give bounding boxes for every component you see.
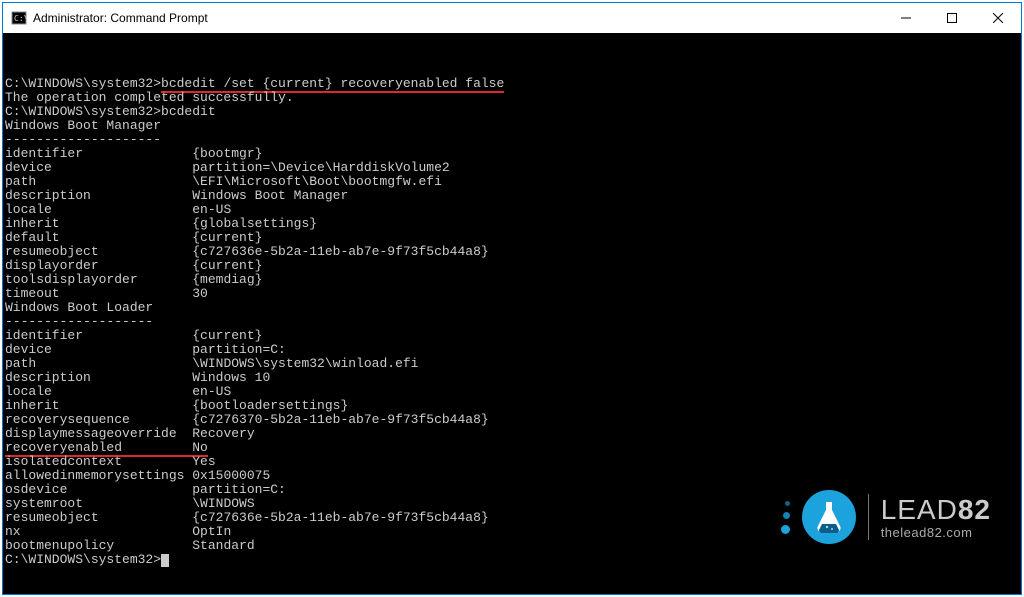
section-divider: -------------------- [5, 133, 1019, 147]
output-row: device partition=\Device\HarddiskVolume2 [5, 161, 1019, 175]
output-row: timeout 30 [5, 287, 1019, 301]
window-title: Administrator: Command Prompt [33, 11, 208, 25]
close-button[interactable] [975, 3, 1021, 33]
output-row: inherit {bootloadersettings} [5, 399, 1019, 413]
output-row: recoveryenabled No [5, 441, 1019, 455]
minimize-button[interactable] [883, 3, 929, 33]
output-row: allowedinmemorysettings 0x15000075 [5, 469, 1019, 483]
output-row: systemroot \WINDOWS [5, 497, 1019, 511]
output-row: bootmenupolicy Standard [5, 539, 1019, 553]
output-row: nx OptIn [5, 525, 1019, 539]
output-row: description Windows 10 [5, 371, 1019, 385]
svg-text:C:\: C:\ [14, 14, 27, 23]
output-row: resumeobject {c727636e-5b2a-11eb-ab7e-9f… [5, 511, 1019, 525]
output-row: osdevice partition=C: [5, 483, 1019, 497]
output-row: displaymessageoverride Recovery [5, 427, 1019, 441]
output-row: locale en-US [5, 203, 1019, 217]
output-row: device partition=C: [5, 343, 1019, 357]
output-row: description Windows Boot Manager [5, 189, 1019, 203]
terminal-output[interactable]: C:\WINDOWS\system32>bcdedit /set {curren… [3, 33, 1021, 594]
output-row: path \WINDOWS\system32\winload.efi [5, 357, 1019, 371]
output-row: identifier {bootmgr} [5, 147, 1019, 161]
output-row: inherit {globalsettings} [5, 217, 1019, 231]
prompt-line: C:\WINDOWS\system32>bcdedit [5, 105, 1019, 119]
prompt-line: C:\WINDOWS\system32>bcdedit /set {curren… [5, 77, 1019, 91]
section-header: Windows Boot Loader [5, 301, 1019, 315]
output-row: recoverysequence {c7276370-5b2a-11eb-ab7… [5, 413, 1019, 427]
output-line: The operation completed successfully. [5, 91, 1019, 105]
output-row: resumeobject {c727636e-5b2a-11eb-ab7e-9f… [5, 245, 1019, 259]
prompt-line[interactable]: C:\WINDOWS\system32> [5, 553, 1019, 567]
output-row: default {current} [5, 231, 1019, 245]
output-row: path \EFI\Microsoft\Boot\bootmgfw.efi [5, 175, 1019, 189]
output-row: identifier {current} [5, 329, 1019, 343]
section-divider: ------------------- [5, 315, 1019, 329]
cursor [161, 554, 169, 567]
cmd-icon: C:\ [11, 10, 27, 26]
command-prompt-window: C:\ Administrator: Command Prompt C:\WIN… [2, 2, 1022, 595]
window-controls [883, 3, 1021, 33]
output-row: locale en-US [5, 385, 1019, 399]
output-row: isolatedcontext Yes [5, 455, 1019, 469]
output-row: toolsdisplayorder {memdiag} [5, 273, 1019, 287]
titlebar[interactable]: C:\ Administrator: Command Prompt [3, 3, 1021, 33]
output-row: displayorder {current} [5, 259, 1019, 273]
section-header: Windows Boot Manager [5, 119, 1019, 133]
maximize-button[interactable] [929, 3, 975, 33]
